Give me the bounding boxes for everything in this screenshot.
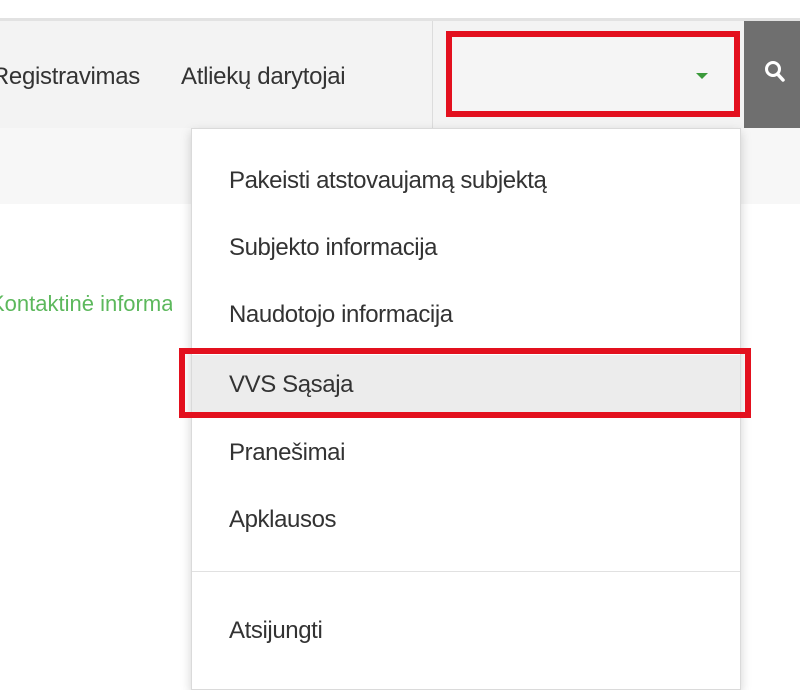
menu-item-label: Apklausos [229, 506, 337, 533]
menu-item-label: Pranešimai [229, 439, 346, 466]
nav-link-atlieku-darytojai[interactable]: Atliekų darytojai [181, 63, 346, 91]
menu-item-label: VVS Sąsaja [229, 371, 354, 398]
menu-item-label: Pakeisti atstovaujamą subjektą [229, 167, 547, 194]
menu-item-notifications[interactable]: Pranešimai [192, 423, 740, 485]
menu-item-vvs-sasaja[interactable]: VVS Sąsaja [192, 355, 740, 417]
menu-item-label: Atsijungti [229, 617, 323, 644]
top-strip [0, 0, 800, 18]
nav-divider [432, 21, 433, 131]
nav-link-label: Registravimas [0, 63, 140, 90]
menu-item-label: Subjekto informacija [229, 234, 438, 261]
user-dropdown-toggle[interactable] [446, 31, 740, 117]
menu-item-surveys[interactable]: Apklausos [192, 490, 740, 552]
menu-item-label: Naudotojo informacija [229, 301, 453, 328]
menu-item-logout[interactable]: Atsijungti [192, 601, 740, 663]
user-menu-dropdown: Pakeisti atstovaujamą subjektą Subjekto … [191, 128, 741, 690]
menu-item-change-subject[interactable]: Pakeisti atstovaujamą subjektą [192, 151, 740, 213]
contact-info-label: Kontaktinė informacija [0, 291, 172, 316]
menu-item-subject-info[interactable]: Subjekto informacija [192, 218, 740, 280]
menu-item-user-info[interactable]: Naudotojo informacija [192, 285, 740, 347]
search-icon [765, 61, 785, 82]
main-navbar: Registravimas Atliekų darytojai [0, 18, 800, 131]
chevron-down-icon [696, 73, 708, 79]
nav-link-registravimas[interactable]: Registravimas [0, 63, 140, 91]
menu-divider [192, 571, 740, 572]
contact-info-link[interactable]: Kontaktinė informacija [0, 291, 172, 323]
search-button[interactable] [744, 21, 800, 131]
